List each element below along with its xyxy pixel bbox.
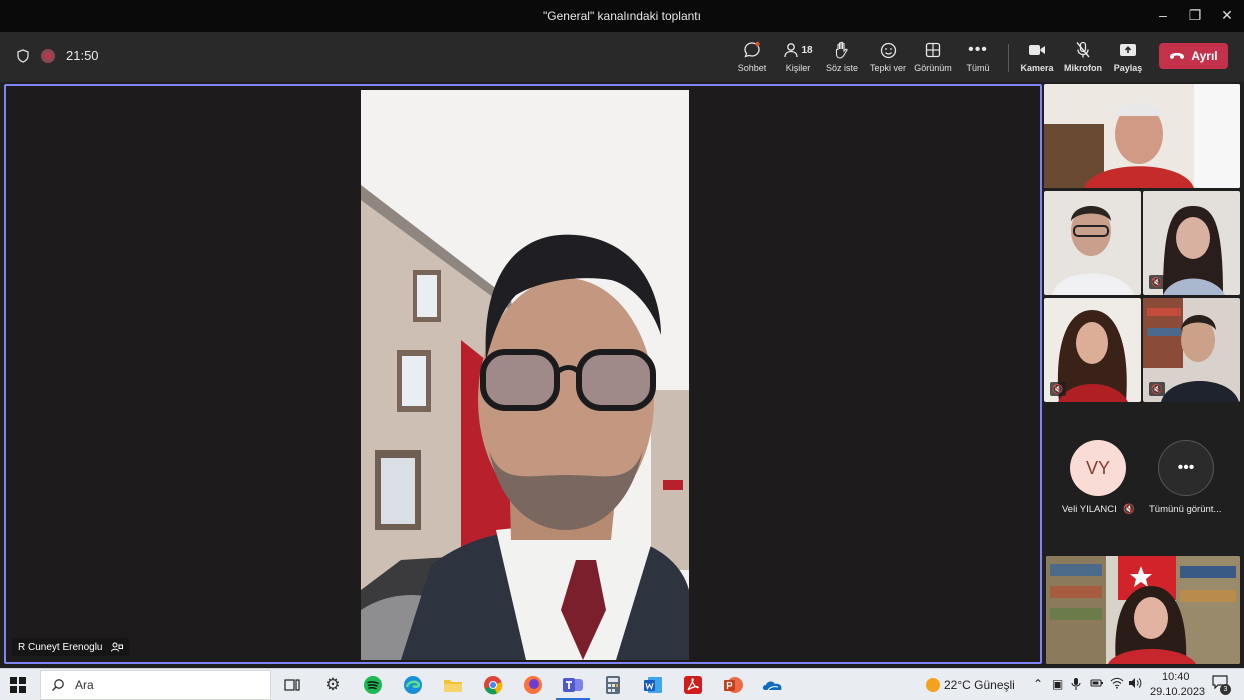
speaker-name-tag: R Cuneyt Erenoglu <box>12 638 129 656</box>
share-button[interactable]: Paylaş <box>1104 40 1152 73</box>
meeting-toolbar: 21:50 Sohbet 18 Kişiler Söz iste Tepki v… <box>0 32 1244 82</box>
people-count: 18 <box>801 44 813 56</box>
toolbar-divider <box>1008 44 1009 72</box>
clock-time[interactable]: 10:40 <box>1162 671 1190 683</box>
wifi-icon[interactable] <box>1110 677 1124 692</box>
mic-off-icon: 🔇 <box>1123 504 1136 515</box>
participant-video <box>1044 191 1141 295</box>
chat-button[interactable]: Sohbet <box>728 40 776 73</box>
onedrive-app-icon[interactable] <box>756 673 790 697</box>
chat-icon <box>728 40 776 60</box>
file-explorer-app-icon[interactable] <box>436 673 470 697</box>
more-icon: ••• <box>1177 459 1195 476</box>
speaker-name: R Cuneyt Erenoglu <box>18 641 103 653</box>
avatar[interactable]: VY <box>1070 440 1126 496</box>
hang-up-icon <box>1170 53 1185 59</box>
reaction-icon <box>864 40 912 60</box>
mic-off-icon: 🔇 <box>1149 382 1165 396</box>
leave-button[interactable]: Ayrıl <box>1159 43 1228 69</box>
speaker-video-frame <box>361 90 689 660</box>
participant-gallery: 🔇 🔇 🔇 VY Veli YILANCI 🔇 ••• Tümünü görün… <box>1044 84 1244 664</box>
participant-tile[interactable]: 🔇 <box>1044 298 1141 402</box>
settings-app-icon[interactable]: ⚙ <box>316 673 350 697</box>
raise-hand-icon <box>818 40 866 60</box>
acrobat-app-icon[interactable] <box>676 673 710 697</box>
reaction-button[interactable]: Tepki ver <box>864 40 912 73</box>
share-icon <box>1104 40 1152 60</box>
layout-icon <box>909 40 957 60</box>
close-window-button[interactable]: ✕ <box>1212 4 1242 26</box>
people-button[interactable]: 18 Kişiler <box>774 40 822 73</box>
window-title: "General" kanalındaki toplantı <box>543 9 701 23</box>
meet-now-icon[interactable]: ▣ <box>1052 677 1063 691</box>
word-app-icon[interactable] <box>636 673 670 697</box>
mic-off-icon <box>1059 40 1107 60</box>
clock-date[interactable]: 29.10.2023 <box>1150 686 1205 698</box>
powerpoint-app-icon[interactable] <box>716 673 750 697</box>
mic-off-icon: 🔇 <box>1149 275 1165 289</box>
main-stage: R Cuneyt Erenoglu <box>4 84 1042 664</box>
windows-start-icon[interactable] <box>10 677 26 693</box>
firefox-app-icon[interactable] <box>516 673 550 697</box>
volume-icon[interactable] <box>1128 677 1142 692</box>
participant-video <box>1044 84 1240 188</box>
search-icon <box>52 679 64 691</box>
avatar-name: Veli YILANCI <box>1062 504 1117 515</box>
mic-off-icon: 🔇 <box>1050 382 1066 396</box>
people-icon: 18 <box>774 40 822 60</box>
recording-indicator-icon <box>42 49 54 62</box>
shield-icon <box>17 48 29 63</box>
spotify-app-icon[interactable] <box>356 673 390 697</box>
meeting-timer: 21:50 <box>66 48 99 63</box>
battery-icon[interactable] <box>1090 677 1104 691</box>
participant-tile[interactable]: 🔇 <box>1143 298 1240 402</box>
speaker-video[interactable] <box>361 90 689 660</box>
participant-tile[interactable] <box>1044 84 1240 188</box>
maximize-button[interactable]: ❐ <box>1180 4 1210 26</box>
camera-button[interactable]: Kamera <box>1013 40 1061 73</box>
minimize-button[interactable]: – <box>1148 4 1178 26</box>
view-all-button[interactable]: ••• <box>1158 440 1214 496</box>
more-icon: ••• <box>968 41 988 58</box>
windows-taskbar: Ara ⚙ 22°C Güneşli ⌃ ▣ 10:40 29.10.2023 … <box>0 668 1244 700</box>
edge-app-icon[interactable] <box>396 673 430 697</box>
more-button[interactable]: ••• Tümü <box>954 40 1002 73</box>
layout-button[interactable]: Görünüm <box>909 40 957 73</box>
view-all-label: Tümünü görünt... <box>1149 504 1222 515</box>
leave-label: Ayrıl <box>1191 49 1218 63</box>
self-video-tile[interactable] <box>1046 556 1240 664</box>
raise-hand-button[interactable]: Söz iste <box>818 40 866 73</box>
microphone-button[interactable]: Mikrofon <box>1059 40 1107 73</box>
participant-tile[interactable] <box>1044 191 1141 295</box>
teams-app-icon[interactable] <box>556 673 590 700</box>
avatar-name-row: Veli YILANCI 🔇 <box>1062 504 1135 515</box>
chevron-up-icon[interactable]: ⌃ <box>1033 677 1043 691</box>
task-view-icon[interactable] <box>275 673 309 697</box>
microphone-tray-icon[interactable] <box>1071 677 1081 694</box>
chrome-app-icon[interactable] <box>476 673 510 697</box>
self-video <box>1046 556 1240 664</box>
weather-text[interactable]: 22°C Güneşli <box>944 678 1015 692</box>
camera-icon <box>1013 40 1061 60</box>
calculator-app-icon[interactable] <box>596 673 630 697</box>
notification-count-badge: 3 <box>1220 684 1231 695</box>
participant-tile[interactable]: 🔇 <box>1143 191 1240 295</box>
search-placeholder: Ara <box>75 678 94 692</box>
title-bar: "General" kanalındaki toplantı – ❐ ✕ <box>0 0 1244 32</box>
taskbar-search-box[interactable]: Ara <box>40 670 271 700</box>
spotlight-icon <box>110 642 123 652</box>
